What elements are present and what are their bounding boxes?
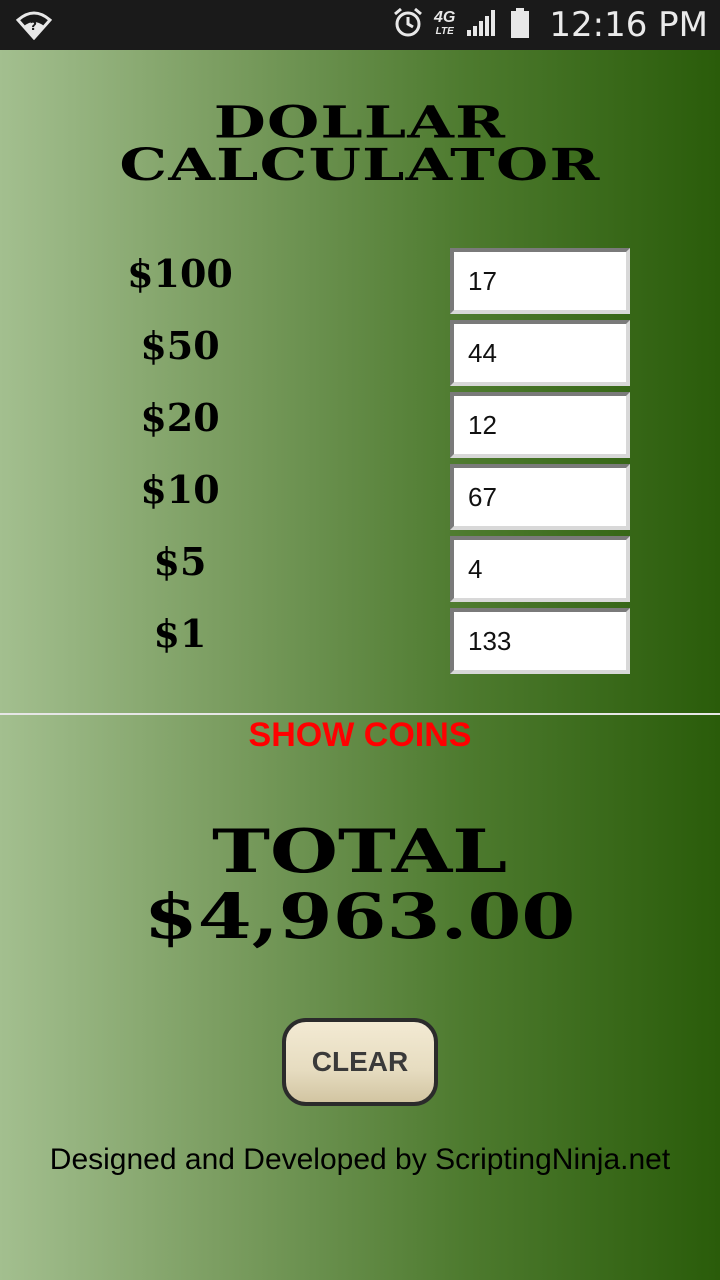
- denomination-row: $100 17: [0, 248, 720, 314]
- denomination-label: $10: [140, 467, 220, 512]
- denomination-row: $50 44: [0, 320, 720, 386]
- show-coins-link[interactable]: SHOW COINS: [0, 713, 720, 757]
- title-line-2: CALCULATOR: [119, 139, 601, 191]
- count-input-100[interactable]: 17: [450, 248, 630, 314]
- denomination-row: $20 12: [0, 392, 720, 458]
- denomination-label: $20: [140, 395, 220, 440]
- total-label-text: TOTAL: [212, 817, 508, 887]
- denomination-label: $50: [140, 323, 220, 368]
- clear-button[interactable]: CLEAR: [282, 1018, 438, 1106]
- signal-icon: [465, 8, 499, 43]
- denomination-row: $1 133: [0, 608, 720, 674]
- battery-icon: [509, 7, 531, 44]
- total-value-text: $4,963.00: [144, 880, 576, 953]
- total-label: TOTAL: [0, 820, 720, 884]
- count-input-50[interactable]: 44: [450, 320, 630, 386]
- count-input-1[interactable]: 133: [450, 608, 630, 674]
- count-input-20[interactable]: 12: [450, 392, 630, 458]
- total-value: $4,963.00: [0, 884, 720, 950]
- count-input-10[interactable]: 67: [450, 464, 630, 530]
- alarm-icon: [392, 7, 424, 44]
- svg-text:?: ?: [30, 19, 37, 33]
- wifi-icon: ?: [15, 10, 53, 45]
- denomination-label: $5: [153, 539, 207, 584]
- count-input-5[interactable]: 4: [450, 536, 630, 602]
- network-type-icon: 4G LTE: [434, 9, 456, 38]
- app-title: DOLLAR CALCULATOR: [0, 97, 720, 191]
- denomination-row: $10 67: [0, 464, 720, 530]
- denomination-label: $1: [153, 611, 207, 656]
- app-screen: DOLLAR CALCULATOR $100 17 $50 44 $20 12 …: [0, 50, 720, 1280]
- denomination-label: $100: [127, 251, 233, 296]
- clock: 12:16 PM: [549, 5, 708, 45]
- status-bar: ? 4G LTE 12:16 PM: [0, 0, 720, 50]
- denomination-row: $5 4: [0, 536, 720, 602]
- footer-credit: Designed and Developed by ScriptingNinja…: [49, 1143, 671, 1176]
- title-line-1: DOLLAR: [213, 97, 507, 149]
